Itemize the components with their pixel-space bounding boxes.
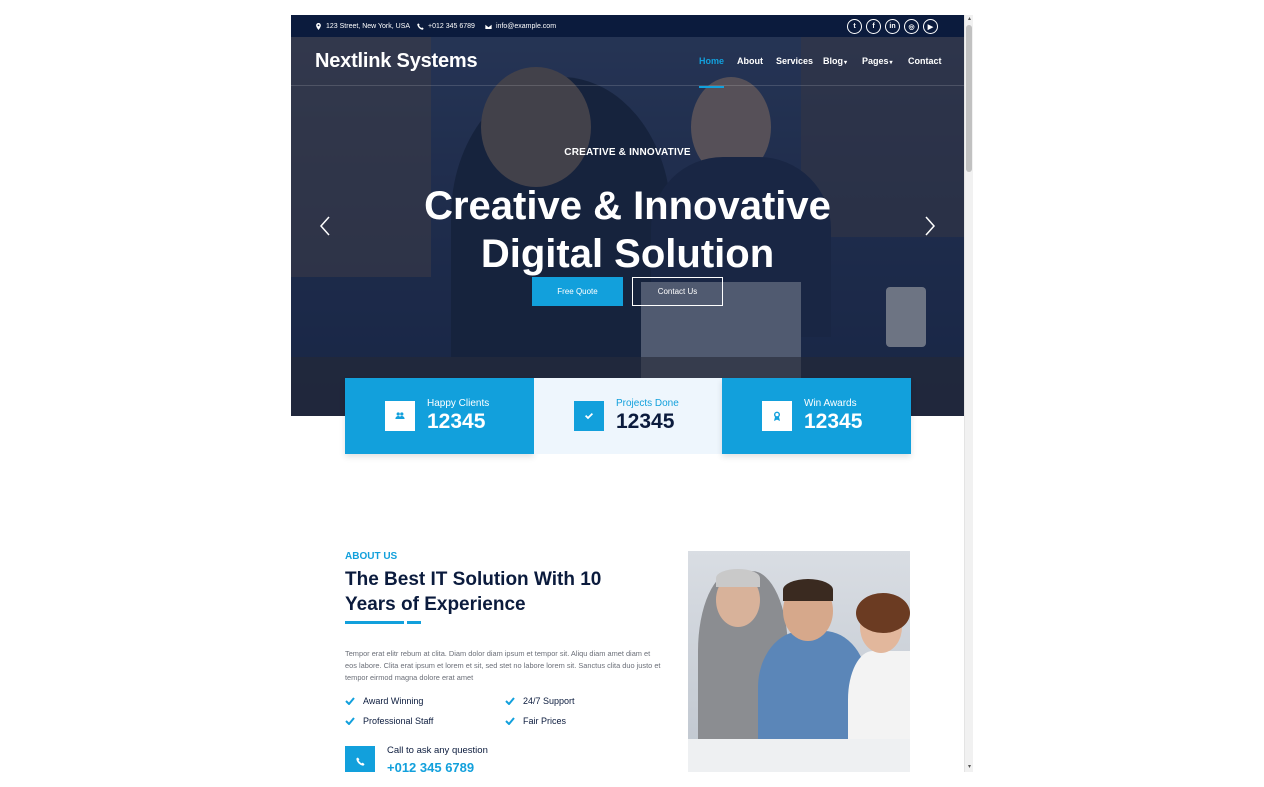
nav-pages-label: Pages xyxy=(862,56,889,66)
feature-label: Fair Prices xyxy=(523,716,567,726)
linkedin-icon[interactable]: in xyxy=(885,19,900,34)
scrollbar[interactable]: ▴ ▾ xyxy=(964,15,973,772)
browser-viewport: 123 Street, New York, USA +012 345 6789 … xyxy=(291,15,964,772)
feature-professional-staff: Professional Staff xyxy=(345,716,433,726)
about-photo xyxy=(688,551,910,772)
check-icon xyxy=(505,697,515,705)
nav-blog[interactable]: Blog▾ xyxy=(823,56,847,66)
feature-label: Professional Staff xyxy=(363,716,434,726)
email-info[interactable]: info@example.com xyxy=(485,15,556,37)
call-label: Call to ask any question xyxy=(387,745,488,756)
scroll-up-icon[interactable]: ▴ xyxy=(966,16,973,23)
contact-us-button[interactable]: Contact Us xyxy=(632,277,723,306)
caret-down-icon: ▾ xyxy=(889,60,893,66)
check-icon xyxy=(345,697,355,705)
map-pin-icon xyxy=(316,22,321,30)
twitter-icon[interactable]: t xyxy=(847,19,862,34)
carousel-next-button[interactable] xyxy=(923,215,937,237)
phone-text: +012 345 6789 xyxy=(428,22,475,30)
about-title: The Best IT Solution With 10 Years of Ex… xyxy=(345,569,602,615)
check-icon xyxy=(345,717,355,725)
youtube-icon[interactable]: ▶ xyxy=(923,19,938,34)
email-text: info@example.com xyxy=(496,22,557,30)
address-text: 123 Street, New York, USA xyxy=(326,22,411,30)
phone-icon xyxy=(355,756,365,766)
navbar: Nextlink Systems Home About Services Blo… xyxy=(291,37,964,86)
stat-value: 12345 xyxy=(804,410,863,433)
top-bar: 123 Street, New York, USA +012 345 6789 … xyxy=(291,15,964,37)
nav-pages[interactable]: Pages▾ xyxy=(862,56,893,66)
title-underline-accent xyxy=(407,621,421,624)
stat-happy-clients: Happy Clients 12345 xyxy=(345,378,534,454)
call-number[interactable]: +012 345 6789 xyxy=(387,760,474,772)
brand-logo[interactable]: Nextlink Systems xyxy=(315,50,478,73)
check-icon xyxy=(574,401,604,431)
stat-label: Happy Clients xyxy=(427,398,490,409)
feature-award-winning: Award Winning xyxy=(345,696,423,706)
nav-services[interactable]: Services xyxy=(776,56,813,66)
carousel-prev-button[interactable] xyxy=(318,215,332,237)
instagram-icon[interactable]: ◎ xyxy=(904,19,919,34)
feature-label: 24/7 Support xyxy=(523,696,575,706)
feature-24-7-support: 24/7 Support xyxy=(505,696,575,706)
nav-contact[interactable]: Contact xyxy=(908,56,942,66)
about-paragraph: Tempor erat elitr rebum at clita. Diam d… xyxy=(345,649,661,682)
stat-win-awards: Win Awards 12345 xyxy=(722,378,911,454)
hero-title-line2: Digital Solution xyxy=(480,232,775,276)
nav-home[interactable]: Home xyxy=(699,56,724,66)
award-icon xyxy=(762,401,792,431)
nav-blog-label: Blog xyxy=(823,56,843,66)
about-label: ABOUT US xyxy=(345,551,398,562)
check-icon xyxy=(505,717,515,725)
stat-projects-done: Projects Done 12345 xyxy=(534,378,723,454)
facebook-icon[interactable]: f xyxy=(866,19,881,34)
stat-value: 12345 xyxy=(616,410,675,433)
stat-label: Win Awards xyxy=(804,398,857,409)
scroll-down-icon[interactable]: ▾ xyxy=(966,764,973,771)
hero-title-line1: Creative & Innovative xyxy=(424,184,831,228)
chevron-right-icon xyxy=(925,216,936,236)
caret-down-icon: ▾ xyxy=(844,60,848,66)
address-info: 123 Street, New York, USA xyxy=(315,15,410,37)
scrollbar-thumb[interactable] xyxy=(966,25,972,172)
title-underline xyxy=(345,621,404,624)
call-button[interactable] xyxy=(345,746,375,772)
phone-icon xyxy=(417,22,424,30)
phone-info[interactable]: +012 345 6789 xyxy=(417,15,475,37)
nav-active-indicator xyxy=(699,86,724,88)
envelope-icon xyxy=(485,24,492,29)
hero-subtitle: CREATIVE & INNOVATIVE xyxy=(564,147,691,158)
feature-fair-prices: Fair Prices xyxy=(505,716,566,726)
free-quote-button[interactable]: Free Quote xyxy=(532,277,623,306)
stat-label: Projects Done xyxy=(616,398,679,409)
feature-label: Award Winning xyxy=(363,696,424,706)
chevron-left-icon xyxy=(319,216,330,236)
hero-carousel: Nextlink Systems Home About Services Blo… xyxy=(291,37,964,416)
users-icon xyxy=(385,401,415,431)
nav-about[interactable]: About xyxy=(737,56,763,66)
stat-value: 12345 xyxy=(427,410,486,433)
